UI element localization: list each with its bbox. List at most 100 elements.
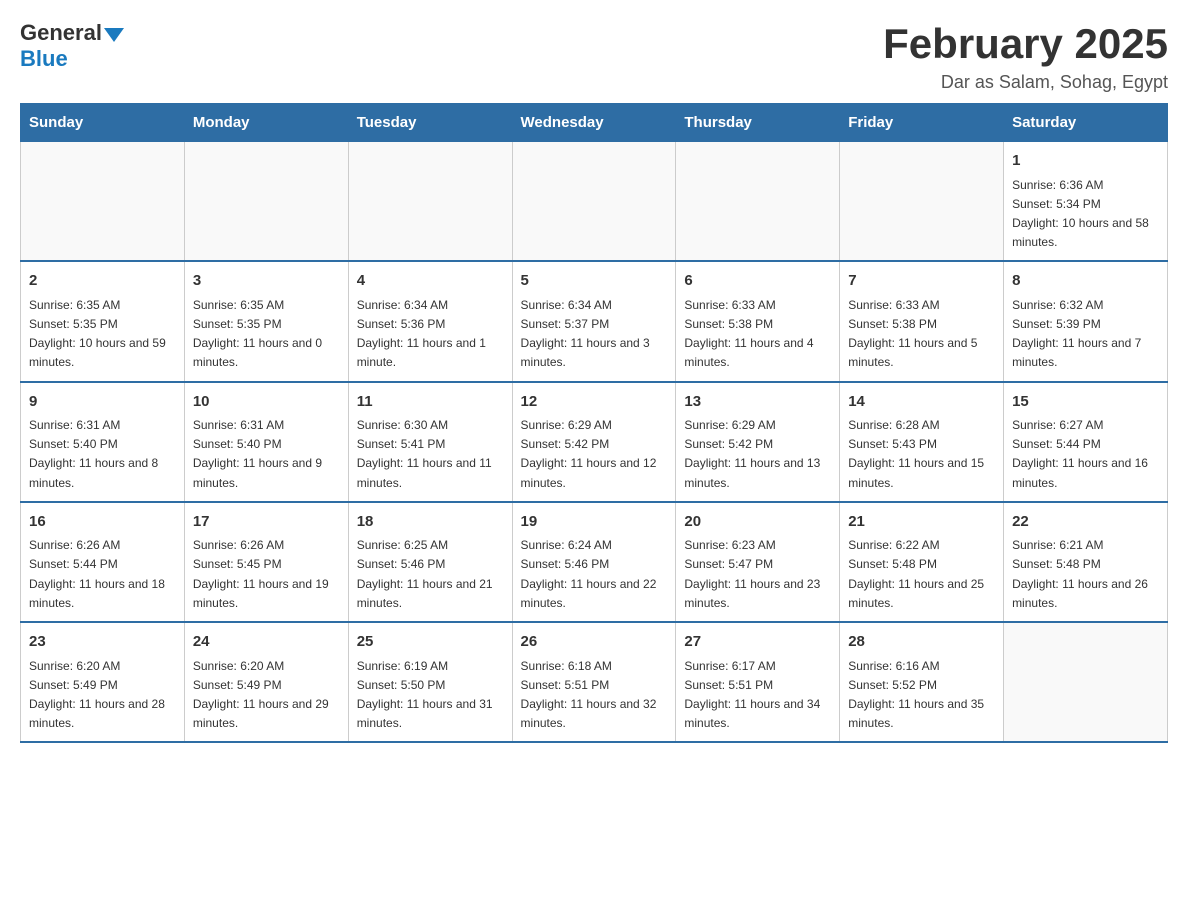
calendar-cell: 8Sunrise: 6:32 AMSunset: 5:39 PMDaylight…	[1004, 261, 1168, 381]
day-info-line: Daylight: 11 hours and 25 minutes.	[848, 575, 995, 613]
day-info-line: Sunset: 5:40 PM	[193, 435, 340, 454]
day-number: 26	[521, 631, 668, 654]
day-info-line: Sunset: 5:37 PM	[521, 315, 668, 334]
day-info-line: Sunset: 5:48 PM	[848, 555, 995, 574]
day-info-line: Sunrise: 6:20 AM	[193, 657, 340, 676]
week-row-1: 1Sunrise: 6:36 AMSunset: 5:34 PMDaylight…	[21, 142, 1168, 262]
day-info-line: Sunrise: 6:31 AM	[193, 416, 340, 435]
calendar-cell: 16Sunrise: 6:26 AMSunset: 5:44 PMDayligh…	[21, 502, 185, 622]
day-info-line: Sunset: 5:39 PM	[1012, 315, 1159, 334]
day-info-line: Sunset: 5:52 PM	[848, 676, 995, 695]
day-info-line: Sunset: 5:51 PM	[521, 676, 668, 695]
day-info-line: Sunset: 5:38 PM	[848, 315, 995, 334]
day-info-line: Sunset: 5:48 PM	[1012, 555, 1159, 574]
calendar-cell	[512, 142, 676, 262]
day-info-line: Sunset: 5:46 PM	[357, 555, 504, 574]
calendar-cell: 22Sunrise: 6:21 AMSunset: 5:48 PMDayligh…	[1004, 502, 1168, 622]
day-info-line: Sunrise: 6:35 AM	[29, 296, 176, 315]
calendar-cell: 11Sunrise: 6:30 AMSunset: 5:41 PMDayligh…	[348, 382, 512, 502]
day-info-line: Sunset: 5:40 PM	[29, 435, 176, 454]
day-info-line: Sunset: 5:42 PM	[684, 435, 831, 454]
header-day-thursday: Thursday	[676, 104, 840, 142]
day-number: 7	[848, 270, 995, 293]
day-number: 6	[684, 270, 831, 293]
day-info-line: Sunset: 5:51 PM	[684, 676, 831, 695]
day-number: 4	[357, 270, 504, 293]
day-info-line: Sunrise: 6:17 AM	[684, 657, 831, 676]
day-info-line: Sunrise: 6:16 AM	[848, 657, 995, 676]
header-day-tuesday: Tuesday	[348, 104, 512, 142]
day-info-line: Daylight: 11 hours and 19 minutes.	[193, 575, 340, 613]
day-number: 19	[521, 511, 668, 534]
calendar-cell	[840, 142, 1004, 262]
header-day-saturday: Saturday	[1004, 104, 1168, 142]
day-number: 21	[848, 511, 995, 534]
week-row-2: 2Sunrise: 6:35 AMSunset: 5:35 PMDaylight…	[21, 261, 1168, 381]
calendar-cell: 26Sunrise: 6:18 AMSunset: 5:51 PMDayligh…	[512, 622, 676, 742]
day-info-line: Sunrise: 6:31 AM	[29, 416, 176, 435]
day-number: 16	[29, 511, 176, 534]
day-info-line: Daylight: 11 hours and 9 minutes.	[193, 454, 340, 492]
calendar-cell	[676, 142, 840, 262]
calendar-cell: 5Sunrise: 6:34 AMSunset: 5:37 PMDaylight…	[512, 261, 676, 381]
day-info-line: Sunrise: 6:23 AM	[684, 536, 831, 555]
day-info-line: Sunset: 5:35 PM	[29, 315, 176, 334]
day-info-line: Daylight: 11 hours and 3 minutes.	[521, 334, 668, 372]
day-info-line: Sunrise: 6:21 AM	[1012, 536, 1159, 555]
day-number: 14	[848, 391, 995, 414]
day-number: 24	[193, 631, 340, 654]
day-number: 17	[193, 511, 340, 534]
day-info-line: Sunset: 5:43 PM	[848, 435, 995, 454]
calendar-cell: 9Sunrise: 6:31 AMSunset: 5:40 PMDaylight…	[21, 382, 185, 502]
calendar-header: SundayMondayTuesdayWednesdayThursdayFrid…	[21, 104, 1168, 142]
day-info-line: Sunrise: 6:22 AM	[848, 536, 995, 555]
day-info-line: Sunrise: 6:32 AM	[1012, 296, 1159, 315]
calendar-cell	[1004, 622, 1168, 742]
day-info-line: Sunset: 5:49 PM	[193, 676, 340, 695]
calendar-body: 1Sunrise: 6:36 AMSunset: 5:34 PMDaylight…	[21, 142, 1168, 743]
calendar-cell: 17Sunrise: 6:26 AMSunset: 5:45 PMDayligh…	[184, 502, 348, 622]
calendar-cell: 14Sunrise: 6:28 AMSunset: 5:43 PMDayligh…	[840, 382, 1004, 502]
day-number: 10	[193, 391, 340, 414]
day-info-line: Sunrise: 6:35 AM	[193, 296, 340, 315]
day-number: 25	[357, 631, 504, 654]
day-number: 1	[1012, 150, 1159, 173]
calendar-cell	[21, 142, 185, 262]
day-number: 22	[1012, 511, 1159, 534]
logo-blue-text: Blue	[20, 46, 68, 72]
day-number: 11	[357, 391, 504, 414]
day-info-line: Daylight: 11 hours and 22 minutes.	[521, 575, 668, 613]
day-info-line: Daylight: 11 hours and 5 minutes.	[848, 334, 995, 372]
day-info-line: Sunrise: 6:30 AM	[357, 416, 504, 435]
day-info-line: Sunset: 5:50 PM	[357, 676, 504, 695]
logo-general-text: General	[20, 20, 102, 46]
calendar-cell: 21 Sunrise: 6:22 AMSunset: 5:48 PMDayligh…	[840, 502, 1004, 622]
day-number: 23	[29, 631, 176, 654]
day-number: 5	[521, 270, 668, 293]
day-info-line: Sunrise: 6:19 AM	[357, 657, 504, 676]
day-info-line: Sunset: 5:46 PM	[521, 555, 668, 574]
day-info-line: Daylight: 11 hours and 12 minutes.	[521, 454, 668, 492]
calendar-cell: 2Sunrise: 6:35 AMSunset: 5:35 PMDaylight…	[21, 261, 185, 381]
day-info-line: Sunrise: 6:26 AM	[29, 536, 176, 555]
day-info-line: Sunset: 5:44 PM	[29, 555, 176, 574]
day-number: 12	[521, 391, 668, 414]
logo-triangle-icon	[104, 28, 124, 42]
day-info-line: Sunrise: 6:29 AM	[521, 416, 668, 435]
calendar-cell	[184, 142, 348, 262]
day-info-line: Daylight: 10 hours and 58 minutes.	[1012, 214, 1159, 252]
day-info-line: Daylight: 11 hours and 29 minutes.	[193, 695, 340, 733]
day-info-line: Sunrise: 6:33 AM	[684, 296, 831, 315]
calendar-cell: 20Sunrise: 6:23 AMSunset: 5:47 PMDayligh…	[676, 502, 840, 622]
day-number: 3	[193, 270, 340, 293]
day-info-line: Sunset: 5:41 PM	[357, 435, 504, 454]
calendar-cell: 7 Sunrise: 6:33 AMSunset: 5:38 PMDaylight…	[840, 261, 1004, 381]
calendar-cell: 10 Sunrise: 6:31 AMSunset: 5:40 PMDayligh…	[184, 382, 348, 502]
day-info-line: Daylight: 11 hours and 16 minutes.	[1012, 454, 1159, 492]
day-info-line: Sunrise: 6:33 AM	[848, 296, 995, 315]
calendar-table: SundayMondayTuesdayWednesdayThursdayFrid…	[20, 103, 1168, 743]
day-number: 18	[357, 511, 504, 534]
day-info-line: Sunrise: 6:28 AM	[848, 416, 995, 435]
calendar-cell: 28Sunrise: 6:16 AMSunset: 5:52 PMDayligh…	[840, 622, 1004, 742]
day-number: 27	[684, 631, 831, 654]
